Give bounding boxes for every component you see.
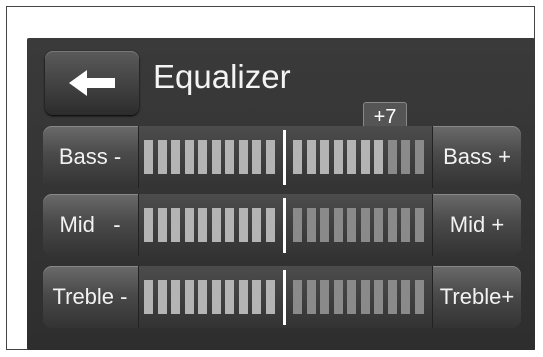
mid-level-segment [360, 208, 370, 242]
bass-increase-button[interactable]: Bass + [433, 126, 521, 188]
bass-level-bar[interactable] [138, 126, 433, 188]
mid-level-segment [293, 208, 302, 242]
bass-level-segment [252, 140, 261, 174]
bass-level-segment [293, 140, 302, 174]
bass-row: Bass - Bass + [43, 126, 521, 188]
bass-level-segment [144, 140, 153, 174]
mid-row: Mid - Mid + [43, 194, 521, 256]
bass-level-segment [306, 140, 316, 174]
treble-level-segment [238, 280, 248, 314]
mid-level-segment [306, 208, 316, 242]
bass-level-segment [401, 140, 410, 174]
bass-level-segment [238, 140, 248, 174]
treble-level-segment [401, 280, 410, 314]
treble-level-segment [293, 280, 302, 314]
treble-center-line [283, 270, 286, 325]
bass-level-segment [414, 140, 424, 174]
bass-level-segment [184, 140, 194, 174]
bass-level-segment [198, 140, 207, 174]
bass-level-segment [171, 140, 180, 174]
treble-level-segment [347, 280, 356, 314]
bass-level-segment [157, 140, 167, 174]
device-frame: Equalizer +7 Bass - Bass + Mid - Mid + T… [6, 6, 535, 350]
bass-level-segment [333, 140, 343, 174]
mid-level-segment [387, 208, 397, 242]
bass-level-segment [347, 140, 356, 174]
mid-level-segment [225, 208, 234, 242]
treble-level-segment [320, 280, 329, 314]
mid-level-segment [157, 208, 167, 242]
mid-decrease-button[interactable]: Mid - [45, 194, 135, 256]
bass-level-segment [225, 140, 234, 174]
treble-level-segment [333, 280, 343, 314]
treble-level-segment [198, 280, 207, 314]
mid-level-segment [401, 208, 410, 242]
mid-level-segment [252, 208, 261, 242]
mid-level-segment [211, 208, 221, 242]
bass-level-segment [374, 140, 383, 174]
mid-level-segment [333, 208, 343, 242]
bass-level-segment [360, 140, 370, 174]
treble-level-segment [374, 280, 383, 314]
bass-level-segment [265, 140, 275, 174]
treble-increase-button[interactable]: Treble+ [433, 266, 521, 328]
treble-level-segment [360, 280, 370, 314]
mid-level-segment [184, 208, 194, 242]
mid-level-segment [238, 208, 248, 242]
bass-decrease-button[interactable]: Bass - [45, 126, 135, 188]
mid-level-segment [414, 208, 424, 242]
treble-decrease-button[interactable]: Treble - [45, 266, 135, 328]
treble-level-segment [184, 280, 194, 314]
treble-level-segment [171, 280, 180, 314]
mid-level-segment [198, 208, 207, 242]
treble-level-bar[interactable] [138, 266, 433, 328]
mid-level-segment [374, 208, 383, 242]
treble-level-segment [252, 280, 261, 314]
arrow-left-icon [69, 70, 115, 96]
treble-level-segment [225, 280, 234, 314]
treble-row: Treble - Treble+ [43, 266, 521, 328]
equalizer-screen: Equalizer +7 Bass - Bass + Mid - Mid + T… [27, 38, 535, 350]
mid-level-segment [171, 208, 180, 242]
treble-level-segment [157, 280, 167, 314]
treble-level-segment [414, 280, 424, 314]
mid-level-segment [265, 208, 275, 242]
mid-level-segment [320, 208, 329, 242]
treble-level-segment [306, 280, 316, 314]
mid-level-segment [347, 208, 356, 242]
mid-increase-button[interactable]: Mid + [433, 194, 521, 256]
back-button[interactable] [45, 51, 139, 115]
treble-level-segment [387, 280, 397, 314]
mid-level-bar[interactable] [138, 194, 433, 256]
mid-center-line [283, 198, 286, 253]
page-title: Equalizer [153, 58, 291, 95]
treble-level-segment [211, 280, 221, 314]
mid-level-segment [144, 208, 153, 242]
bass-center-line [283, 130, 286, 185]
bass-level-segment [211, 140, 221, 174]
treble-level-segment [144, 280, 153, 314]
bass-level-segment [387, 140, 397, 174]
bass-level-segment [320, 140, 329, 174]
treble-level-segment [265, 280, 275, 314]
